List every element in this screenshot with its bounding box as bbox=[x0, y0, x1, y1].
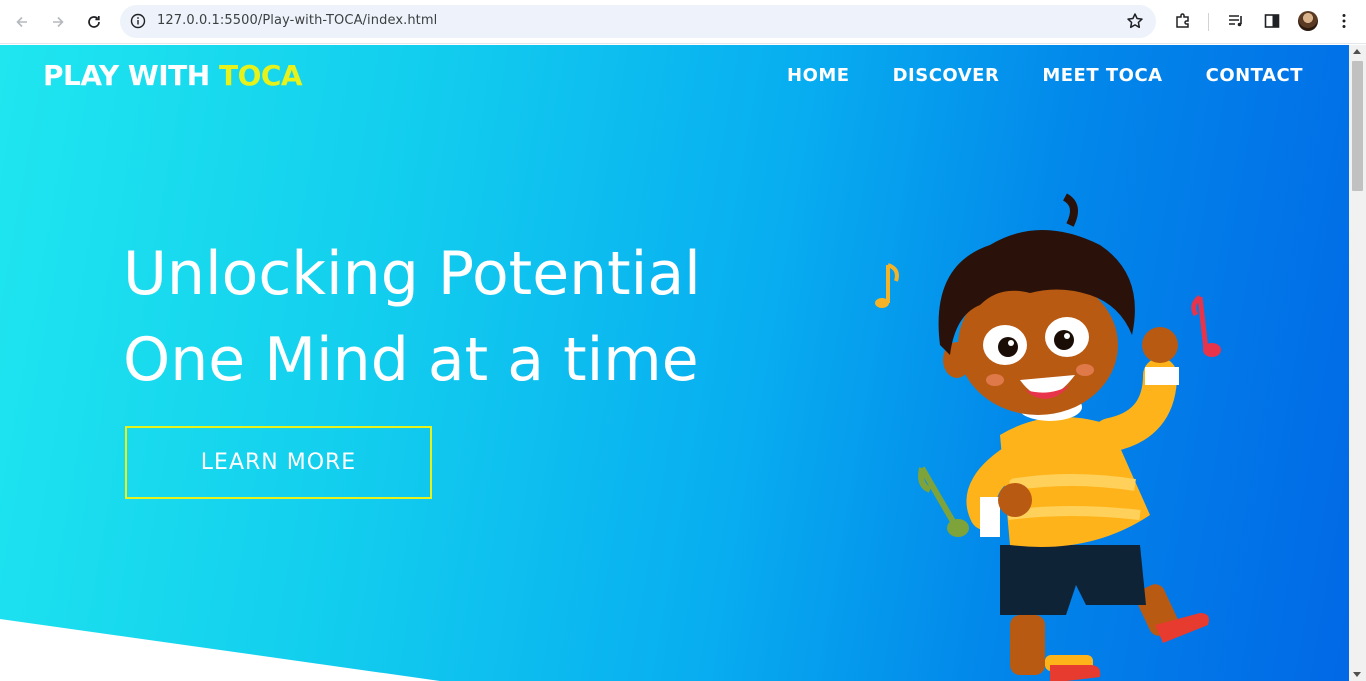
side-panel-icon bbox=[1264, 14, 1280, 28]
reload-button[interactable] bbox=[80, 8, 108, 36]
logo-text: PLAY WITH bbox=[43, 59, 219, 92]
hero-section: PLAY WITH TOCA HOME DISCOVER MEET TOCA C… bbox=[0, 45, 1349, 681]
site-logo[interactable]: PLAY WITH TOCA bbox=[43, 59, 303, 92]
media-icon bbox=[1229, 15, 1242, 27]
extensions-icon bbox=[1176, 13, 1189, 28]
scroll-down-arrow-icon[interactable] bbox=[1353, 672, 1361, 677]
headline-line-1: Unlocking Potential bbox=[123, 239, 701, 309]
dancing-kid-illustration bbox=[875, 193, 1221, 681]
menu-icon bbox=[1342, 14, 1346, 28]
browser-menu-button[interactable] bbox=[1333, 10, 1355, 32]
music-note-yellow-icon bbox=[875, 263, 899, 308]
forward-icon bbox=[53, 16, 64, 28]
address-bar[interactable]: 127.0.0.1:5500/Play-with-TOCA/index.html bbox=[120, 5, 1156, 38]
logo-accent-text: TOCA bbox=[218, 59, 303, 92]
side-panel-button[interactable] bbox=[1261, 10, 1283, 32]
back-button[interactable] bbox=[8, 8, 36, 36]
toolbar-separator bbox=[1208, 13, 1209, 31]
page-viewport: PLAY WITH TOCA HOME DISCOVER MEET TOCA C… bbox=[0, 45, 1349, 681]
scroll-up-arrow-icon[interactable] bbox=[1353, 49, 1361, 54]
music-note-green-icon bbox=[918, 466, 969, 537]
headline-line-2: One Mind at a time bbox=[123, 325, 699, 395]
profile-avatar[interactable] bbox=[1298, 11, 1318, 31]
forward-button[interactable] bbox=[44, 8, 72, 36]
scrollbar-thumb[interactable] bbox=[1352, 61, 1363, 191]
media-button[interactable] bbox=[1225, 10, 1247, 32]
nav-discover[interactable]: DISCOVER bbox=[893, 65, 1000, 86]
back-icon bbox=[16, 16, 27, 28]
star-icon[interactable] bbox=[1126, 12, 1144, 30]
extensions-button[interactable] bbox=[1172, 10, 1194, 32]
learn-more-button[interactable]: LEARN MORE bbox=[125, 426, 432, 499]
hero-headline: Unlocking Potential One Mind at a time bbox=[123, 231, 701, 403]
music-note-red-icon bbox=[1191, 295, 1221, 357]
page-scrollbar[interactable] bbox=[1349, 45, 1366, 681]
reload-icon bbox=[88, 16, 100, 28]
url-text: 127.0.0.1:5500/Play-with-TOCA/index.html bbox=[157, 13, 438, 28]
nav-meet-toca[interactable]: MEET TOCA bbox=[1042, 65, 1162, 86]
info-icon[interactable] bbox=[130, 13, 146, 29]
browser-toolbar: 127.0.0.1:5500/Play-with-TOCA/index.html bbox=[0, 0, 1366, 44]
main-nav: HOME DISCOVER MEET TOCA CONTACT bbox=[787, 65, 1303, 86]
nav-home[interactable]: HOME bbox=[787, 65, 850, 86]
hero-bottom-wave bbox=[0, 619, 440, 681]
nav-contact[interactable]: CONTACT bbox=[1206, 65, 1303, 86]
